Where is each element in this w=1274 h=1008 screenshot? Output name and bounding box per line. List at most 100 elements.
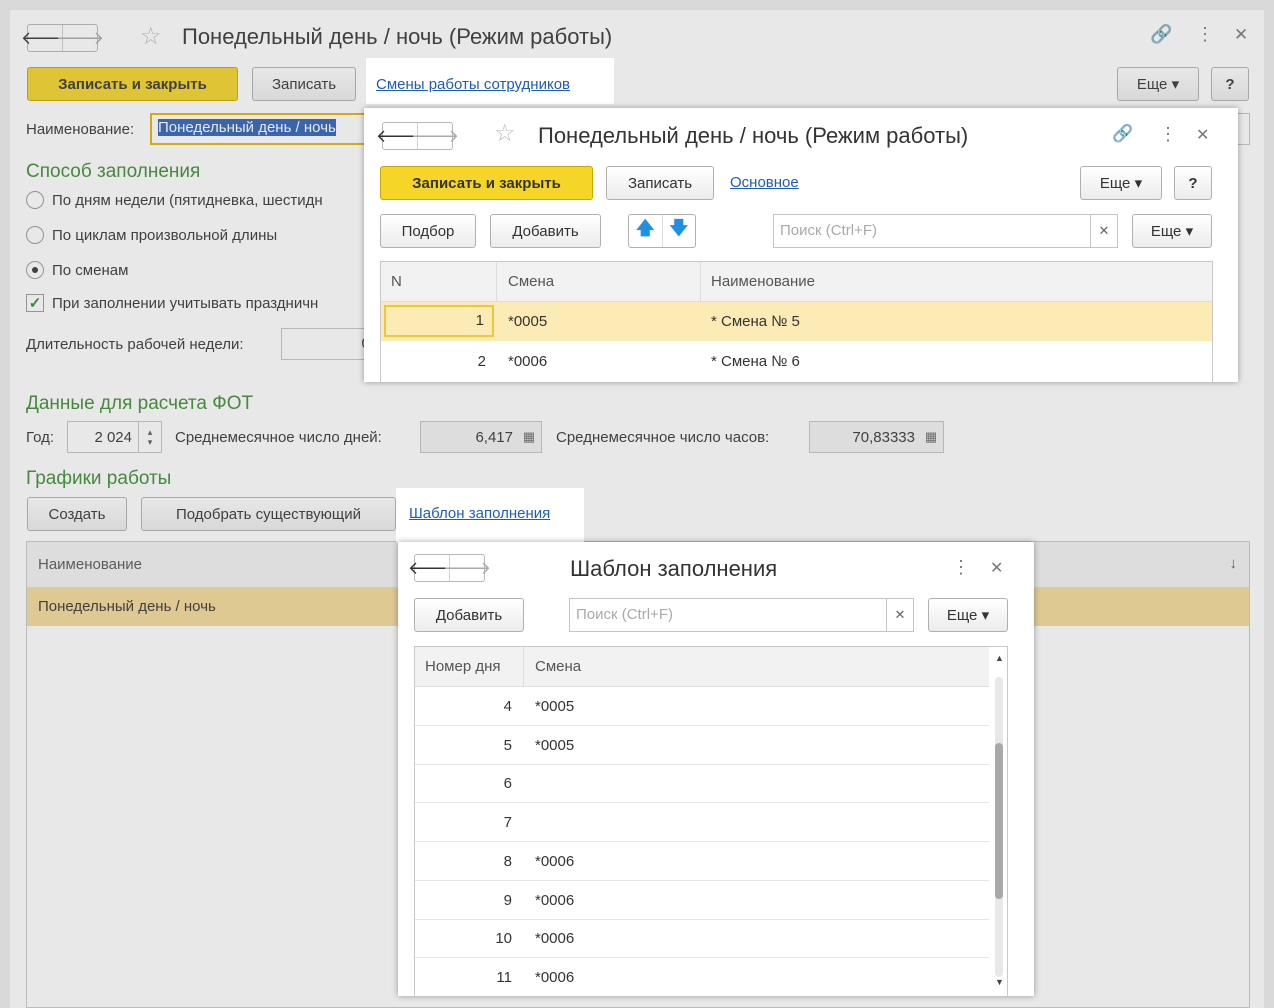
row-day: 4: [503, 698, 512, 715]
list-row-name: Понедельный день / ночь: [38, 598, 216, 615]
search-input[interactable]: Поиск (Ctrl+F): [773, 214, 1091, 248]
table-row[interactable]: 11 *0006: [415, 959, 989, 996]
column-header-name[interactable]: Наименование: [711, 262, 815, 301]
table-row[interactable]: 1 *0005 * Смена № 5: [381, 302, 1212, 341]
add-button[interactable]: Добавить: [490, 214, 601, 248]
table-row[interactable]: 4 *0005: [415, 688, 989, 726]
template-link-bright[interactable]: Шаблон заполнения: [409, 505, 550, 522]
scroll-down-icon[interactable]: ▼: [995, 977, 1004, 987]
column-header-shift[interactable]: Смена: [535, 647, 581, 686]
arrow-down-icon[interactable]: 🡇: [661, 215, 696, 247]
sort-arrow-icon[interactable]: ↓: [1230, 555, 1238, 572]
name-field-value: Понедельный день / ночь: [158, 119, 336, 136]
menu-dots-icon[interactable]: ⋮: [952, 557, 970, 578]
week-length-label: Длительность рабочей недели:: [26, 336, 244, 353]
spin-icon[interactable]: ▴ ▾: [138, 422, 161, 452]
year-value: 2 024: [94, 428, 132, 446]
row-day: 9: [503, 891, 512, 909]
help-button[interactable]: ?: [1174, 166, 1212, 200]
avg-hours-field[interactable]: 70,83333 ▦: [809, 421, 944, 453]
forward-icon[interactable]: 🡒: [443, 555, 491, 581]
radio-selected-icon: [26, 261, 44, 279]
more-label: Еще: [1136, 75, 1168, 93]
more-button-2[interactable]: Еще ▾: [1132, 214, 1212, 248]
favorite-star-icon[interactable]: ☆: [140, 22, 162, 51]
favorite-star-icon[interactable]: ☆: [494, 119, 516, 148]
close-icon[interactable]: ✕: [1234, 25, 1248, 45]
save-close-button[interactable]: Записать и закрыть: [380, 166, 593, 200]
shifts-link-bright[interactable]: Смены работы сотрудников: [376, 76, 570, 93]
save-button[interactable]: Записать: [252, 67, 356, 101]
list-header-name[interactable]: Наименование: [38, 556, 142, 573]
table-row[interactable]: 5 *0005: [415, 727, 989, 765]
create-button[interactable]: Создать: [27, 497, 127, 531]
main-link[interactable]: Основное: [730, 174, 799, 191]
column-header-shift[interactable]: Смена: [508, 262, 554, 301]
avg-hours-label: Среднемесячное число часов:: [556, 429, 770, 446]
help-button[interactable]: ?: [1211, 67, 1249, 101]
row-shift: *0006: [535, 930, 575, 948]
search-placeholder: Поиск (Ctrl+F): [576, 606, 673, 623]
row-shift: *0006: [535, 852, 575, 870]
radio-shifts[interactable]: По сменам: [26, 261, 128, 279]
holidays-checkbox[interactable]: ✓ При заполнении учитывать праздничн: [26, 294, 318, 312]
clear-search-icon[interactable]: ✕: [886, 598, 914, 632]
more-button[interactable]: Еще ▾: [1117, 67, 1199, 101]
scroll-thumb[interactable]: [995, 743, 1003, 899]
shifts-title: Понедельный день / ночь (Режим работы): [538, 123, 969, 148]
table-row[interactable]: 8 *0006: [415, 843, 989, 881]
radio-cycles-label: По циклам произвольной длины: [52, 226, 278, 244]
menu-dots-icon[interactable]: ⋮: [1159, 124, 1177, 145]
radio-cycles[interactable]: По циклам произвольной длины: [26, 226, 277, 244]
pick-existing-button[interactable]: Подобрать существующий: [141, 497, 396, 531]
radio-empty-icon: [26, 226, 44, 244]
column-header-n[interactable]: N: [391, 262, 402, 301]
scroll-up-icon[interactable]: ▲: [995, 653, 1004, 663]
more-button[interactable]: Еще ▾: [928, 598, 1008, 632]
table-row[interactable]: 10 *0006: [415, 920, 989, 959]
year-field[interactable]: 2 024 ▴ ▾: [67, 421, 162, 453]
row-shift: *0005: [508, 313, 548, 330]
row-day: 6: [503, 775, 512, 793]
avg-days-value: 6,417: [475, 428, 513, 446]
add-button[interactable]: Добавить: [414, 598, 524, 632]
calculator-icon[interactable]: ▦: [517, 429, 541, 445]
more-label: Еще: [1099, 174, 1131, 192]
forward-icon[interactable]: 🡒: [411, 123, 459, 149]
row-shift: *0006: [508, 353, 548, 370]
shifts-window: 🡐 🡒 ☆ Понедельный день / ночь (Режим раб…: [364, 108, 1238, 382]
pick-button[interactable]: Подбор: [380, 214, 476, 248]
row-number: 2: [477, 353, 486, 370]
row-name: * Смена № 6: [711, 353, 800, 370]
more-label: Еще: [1150, 222, 1182, 240]
forward-icon[interactable]: 🡒: [56, 25, 104, 51]
close-icon[interactable]: ✕: [1196, 125, 1209, 145]
close-icon[interactable]: ✕: [990, 558, 1003, 578]
menu-dots-icon[interactable]: ⋮: [1196, 24, 1214, 45]
search-input[interactable]: Поиск (Ctrl+F): [569, 598, 887, 632]
table-row[interactable]: 2 *0006 * Смена № 6: [381, 342, 1212, 381]
arrow-up-icon[interactable]: 🡅: [629, 215, 662, 247]
row-name: * Смена № 5: [711, 313, 800, 330]
table-row[interactable]: 6: [415, 765, 989, 804]
schedules-title: Графики работы: [26, 468, 172, 489]
row-day: 11: [496, 968, 512, 986]
avg-days-field[interactable]: 6,417 ▦: [420, 421, 542, 453]
save-close-button[interactable]: Записать и закрыть: [27, 67, 238, 101]
calculator-icon[interactable]: ▦: [919, 429, 943, 445]
radio-week[interactable]: По дням недели (пятидневка, шестидн: [26, 191, 323, 209]
name-field[interactable]: Понедельный день / ночь: [150, 113, 380, 145]
template-nav-buttons: 🡐 🡒: [408, 554, 491, 582]
table-row[interactable]: 7: [415, 804, 989, 843]
column-header-day[interactable]: Номер дня: [425, 647, 501, 686]
row-day: 7: [503, 814, 512, 832]
more-button[interactable]: Еще ▾: [1080, 166, 1162, 200]
link-icon[interactable]: 🔗: [1150, 24, 1172, 45]
table-row[interactable]: 9 *0006: [415, 882, 989, 920]
move-buttons: 🡅 🡇: [628, 214, 696, 248]
year-label: Год:: [26, 429, 55, 446]
clear-search-icon[interactable]: ✕: [1090, 214, 1118, 248]
link-icon[interactable]: 🔗: [1112, 124, 1133, 144]
save-button[interactable]: Записать: [606, 166, 714, 200]
scrollbar[interactable]: ▲ ▼: [991, 647, 1007, 996]
